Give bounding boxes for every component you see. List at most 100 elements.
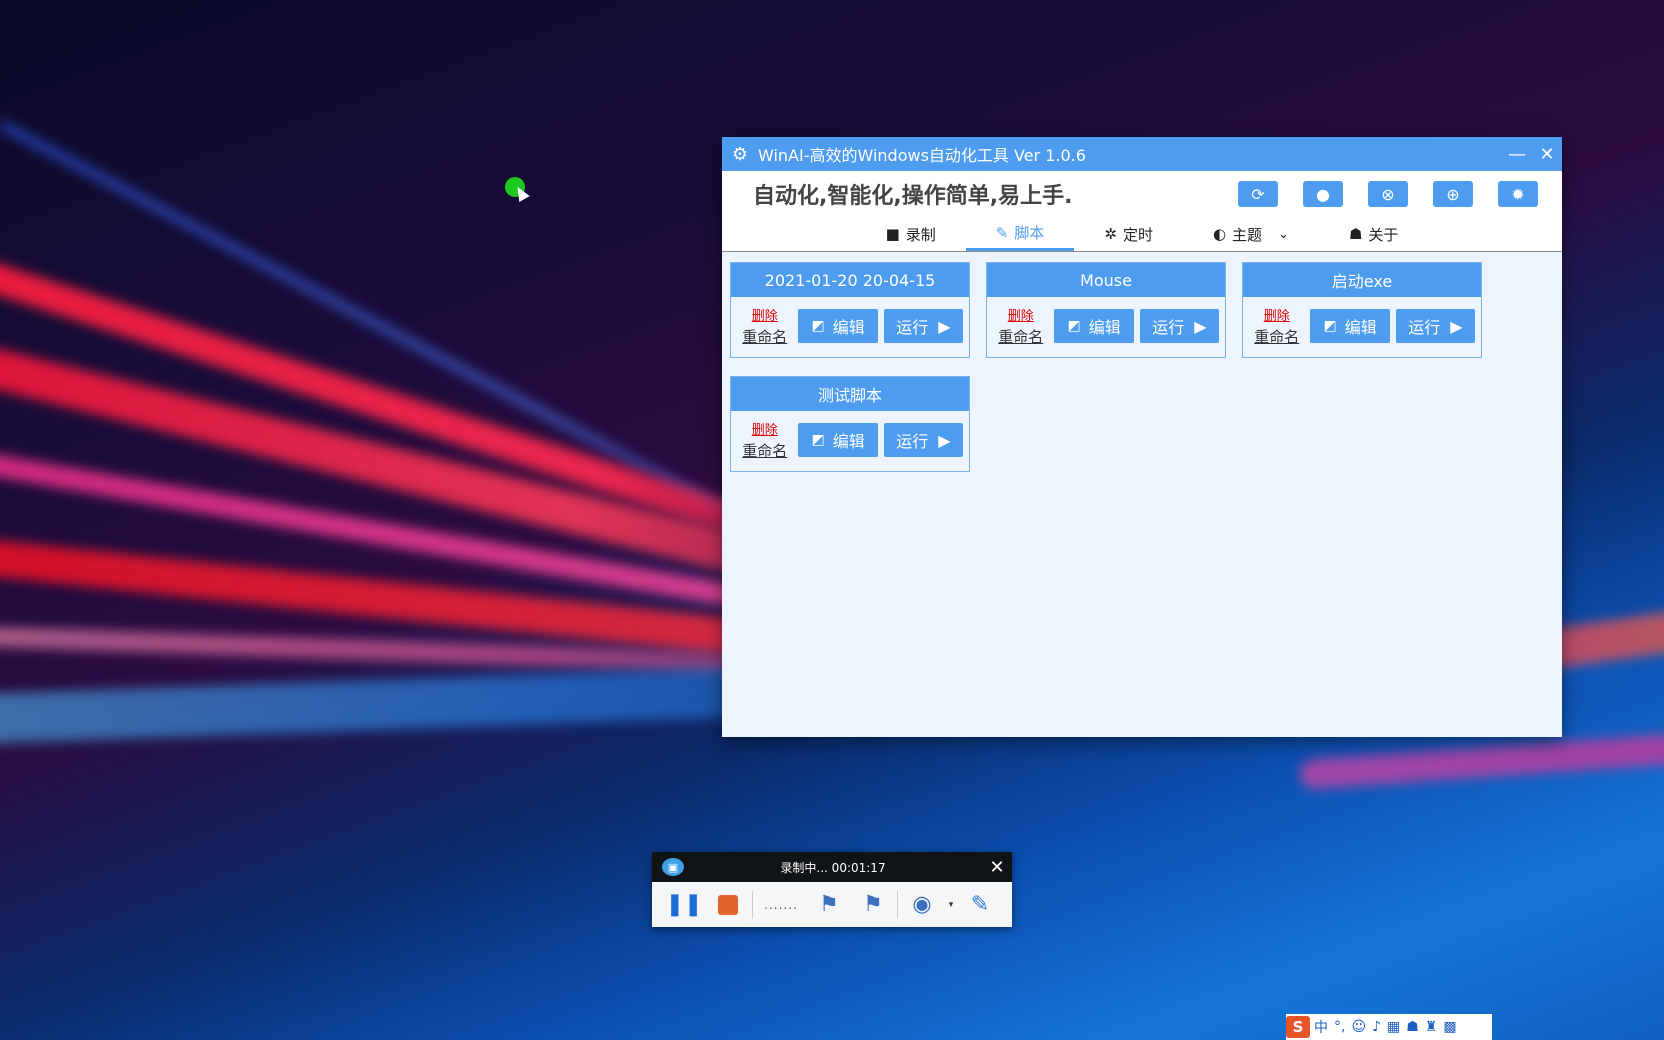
run-button[interactable]: 运行 ▶ <box>883 423 964 457</box>
pause-button[interactable]: ❚❚ <box>662 885 706 925</box>
tab-record[interactable]: ■ 录制 <box>856 217 966 251</box>
flag-icon: ⚑ <box>819 892 839 917</box>
webcam-dropdown[interactable]: ▾ <box>944 885 958 925</box>
script-card: Mouse 删除 重命名 ◩ 编辑 运行 ▶ <box>986 262 1226 358</box>
screen-recorder-panel: ▣ 录制中... 00:01:17 ✕ ❚❚ ....... ⚑ ⚑ ◉ ▾ ✎ <box>652 852 1012 927</box>
cogs-icon: ✲ <box>1104 225 1117 243</box>
camera-icon: ▣ <box>662 858 684 876</box>
language-button[interactable]: ⊕ <box>1433 181 1473 207</box>
ime-toolbar: S 中 °, ☺ ♪ ▦ ☗ ♜ ▩ <box>1286 1014 1492 1040</box>
close-button[interactable]: ✕ <box>1532 144 1562 165</box>
user-icon: ● <box>1316 184 1330 204</box>
refresh-icon: ⟳ <box>1251 184 1265 204</box>
microphone-icon[interactable]: ♪ <box>1372 1019 1381 1035</box>
pencil-icon: ✎ <box>995 223 1009 242</box>
tab-label: 主题 <box>1232 225 1263 244</box>
run-label: 运行 <box>1152 318 1185 337</box>
refresh-button[interactable]: ⟳ <box>1238 181 1278 207</box>
delete-link[interactable]: 删除 <box>752 305 778 324</box>
webcam-add-icon: ◉ <box>912 892 932 917</box>
run-label: 运行 <box>1408 318 1441 337</box>
caret-down-icon: ▾ <box>948 899 954 910</box>
delete-link[interactable]: 删除 <box>1264 305 1290 324</box>
recorder-title-bar[interactable]: ▣ 录制中... 00:01:17 ✕ <box>652 852 1012 882</box>
run-button[interactable]: 运行 ▶ <box>1139 309 1220 343</box>
minimize-icon: — <box>1508 143 1526 165</box>
script-card: 测试脚本 删除 重命名 ◩ 编辑 运行 ▶ <box>730 376 970 472</box>
annotate-button[interactable]: ✎ <box>958 885 1002 925</box>
edit-button[interactable]: ◩ 编辑 <box>798 423 878 457</box>
pencil-icon: ✎ <box>970 892 990 917</box>
pause-icon: ❚❚ <box>665 892 703 917</box>
title-bar[interactable]: ⚙ WinAI-高效的Windows自动化工具 Ver 1.0.6 — ✕ <box>722 137 1562 171</box>
contrast-icon: ◐ <box>1212 225 1227 243</box>
play-icon: ▶ <box>1194 316 1207 336</box>
emoji-icon[interactable]: ☺ <box>1351 1019 1366 1035</box>
script-name: 测试脚本 <box>731 377 969 411</box>
user-button[interactable]: ● <box>1303 181 1343 207</box>
edit-button[interactable]: ◩ 编辑 <box>798 309 878 343</box>
pin-end-button[interactable]: ⚑ <box>851 885 895 925</box>
punctuation-icon[interactable]: °, <box>1334 1019 1345 1035</box>
script-name: 2021-01-20 20-04-15 <box>731 263 969 297</box>
rename-link[interactable]: 重命名 <box>998 326 1043 347</box>
tab-script[interactable]: ✎ 脚本 <box>965 217 1075 251</box>
slogan: 自动化,智能化,操作简单,易上手. <box>753 184 1073 209</box>
settings-button[interactable]: ✹ <box>1498 181 1538 207</box>
run-button[interactable]: 运行 ▶ <box>1395 309 1476 343</box>
delete-link[interactable]: 删除 <box>752 419 778 438</box>
webcam-button[interactable]: ◉ <box>900 885 944 925</box>
recorder-close-button[interactable]: ✕ <box>982 857 1012 878</box>
rename-link[interactable]: 重命名 <box>742 440 787 461</box>
minimize-button[interactable]: — <box>1502 144 1532 165</box>
edit-label: 编辑 <box>832 432 865 451</box>
tab-bar: ■ 录制 ✎ 脚本 ✲ 定时 ◐ 主题 ⌄ ☗ 关于 <box>722 217 1562 252</box>
person-icon: ☗ <box>1348 225 1363 243</box>
edit-icon: ◩ <box>811 318 825 334</box>
edit-icon: ◩ <box>1067 318 1081 334</box>
sogou-logo-icon[interactable]: S <box>1286 1016 1310 1038</box>
edit-label: 编辑 <box>832 318 865 337</box>
close-icon: ✕ <box>989 856 1005 878</box>
recorder-toolbar: ❚❚ ....... ⚑ ⚑ ◉ ▾ ✎ <box>652 882 1012 927</box>
winai-window: ⚙ WinAI-高效的Windows自动化工具 Ver 1.0.6 — ✕ 自动… <box>722 137 1562 737</box>
run-button[interactable]: 运行 ▶ <box>883 309 964 343</box>
tab-label: 脚本 <box>1014 224 1045 242</box>
close-icon: ✕ <box>1539 143 1555 165</box>
user-icon[interactable]: ☗ <box>1406 1019 1419 1035</box>
edit-label: 编辑 <box>1344 318 1377 337</box>
tab-about[interactable]: ☗ 关于 <box>1319 217 1428 251</box>
tab-theme[interactable]: ◐ 主题 ⌄ <box>1183 217 1319 251</box>
tab-label: 关于 <box>1368 225 1399 244</box>
rename-link[interactable]: 重命名 <box>1254 326 1299 347</box>
app-gear-icon: ⚙ <box>731 143 749 165</box>
play-icon: ▶ <box>1450 316 1463 336</box>
recording-status: 录制中... 00:01:17 <box>780 860 886 875</box>
edit-button[interactable]: ◩ 编辑 <box>1310 309 1390 343</box>
video-icon: ■ <box>885 225 900 243</box>
grid-icon[interactable]: ▩ <box>1443 1019 1456 1035</box>
run-label: 运行 <box>896 318 929 337</box>
stop-all-button[interactable]: ⊗ <box>1368 181 1408 207</box>
script-list: 2021-01-20 20-04-15 删除 重命名 ◩ 编辑 运行 ▶ Mou… <box>722 252 1562 737</box>
stop-icon <box>718 894 738 915</box>
pin-start-button[interactable]: ⚑ <box>807 885 851 925</box>
play-icon: ▶ <box>938 430 951 450</box>
ime-mode[interactable]: 中 <box>1314 1017 1328 1037</box>
stop-icon: ⊗ <box>1381 184 1395 204</box>
chevron-down-icon: ⌄ <box>1278 226 1289 242</box>
keyboard-icon[interactable]: ▦ <box>1387 1019 1400 1035</box>
script-card: 启动exe 删除 重命名 ◩ 编辑 运行 ▶ <box>1242 262 1482 358</box>
script-card: 2021-01-20 20-04-15 删除 重命名 ◩ 编辑 运行 ▶ <box>730 262 970 358</box>
delete-link[interactable]: 删除 <box>1008 305 1034 324</box>
tab-schedule[interactable]: ✲ 定时 <box>1074 217 1183 251</box>
header: 自动化,智能化,操作简单,易上手. ⟳ ● ⊗ ⊕ ✹ <box>722 171 1562 217</box>
stop-button[interactable] <box>706 885 750 925</box>
skin-icon[interactable]: ♜ <box>1425 1019 1438 1035</box>
globe-icon: ⊕ <box>1446 184 1460 204</box>
edit-button[interactable]: ◩ 编辑 <box>1054 309 1134 343</box>
rename-link[interactable]: 重命名 <box>742 326 787 347</box>
window-title: WinAI-高效的Windows自动化工具 Ver 1.0.6 <box>758 146 1086 165</box>
play-icon: ▶ <box>938 316 951 336</box>
tab-label: 定时 <box>1122 225 1153 244</box>
